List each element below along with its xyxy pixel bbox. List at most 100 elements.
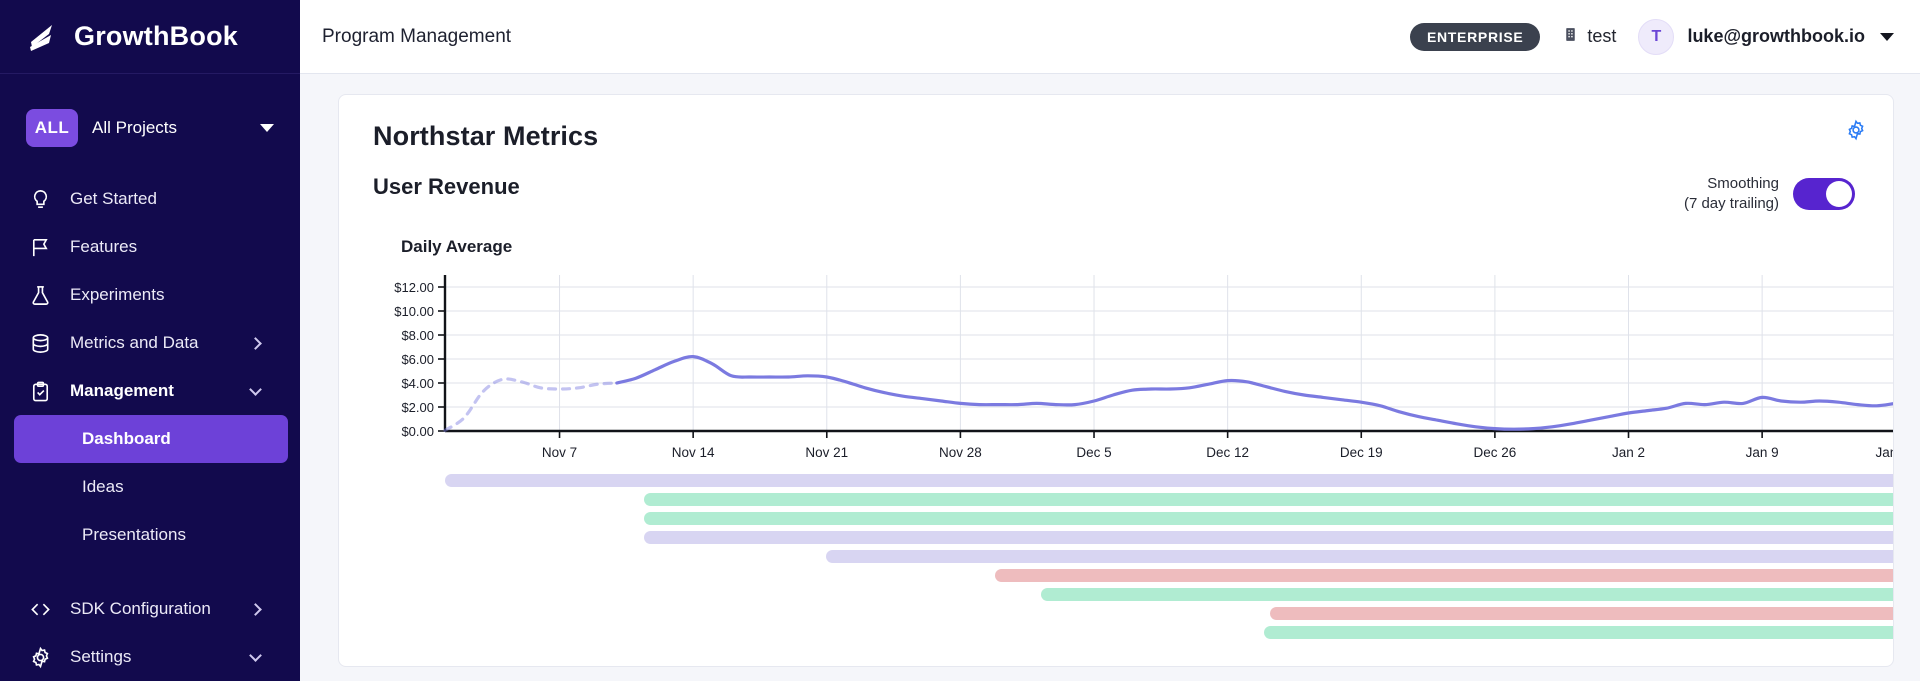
gantt-bar-row[interactable] [373,623,1893,642]
svg-text:$6.00: $6.00 [401,352,434,367]
gantt-bar[interactable] [1264,625,1893,639]
clipboard-check-icon [28,379,52,403]
revenue-chart[interactable]: $0.00 $2.00 $4.00 $6.00 $8.00 $10.00 $12.00 Nov… [373,271,1893,461]
svg-text:Nov 28: Nov 28 [939,445,982,460]
chart-subheading: Daily Average [401,236,513,256]
svg-text:$2.00: $2.00 [401,400,434,415]
svg-text:Nov 7: Nov 7 [542,445,577,460]
svg-text:Dec 12: Dec 12 [1206,445,1249,460]
gantt-bar[interactable] [644,511,1893,525]
sidebar-item-experiments[interactable]: Experiments [0,271,300,319]
metric-title: User Revenue [373,174,520,199]
sidebar-item-label: Settings [70,647,132,666]
project-label: All Projects [92,117,178,137]
gantt-bar-row[interactable] [373,566,1893,585]
gantt-bar-row[interactable] [373,490,1893,509]
flask-icon [28,283,52,307]
svg-text:Dec 26: Dec 26 [1473,445,1516,460]
svg-text:Dec 19: Dec 19 [1340,445,1383,460]
smoothing-label-line1: Smoothing [1707,175,1779,192]
content-area: Northstar Metrics User Revenue Smoothing… [300,74,1920,681]
chart-svg: $0.00 $2.00 $4.00 $6.00 $8.00 $10.00 $12.00 Nov… [394,274,1894,460]
smoothing-control: Smoothing (7 day trailing) [1684,174,1859,215]
gantt-bar-row[interactable] [373,604,1893,623]
sidebar-item-label: Features [70,237,138,256]
northstar-metrics-card: Northstar Metrics User Revenue Smoothing… [338,94,1894,667]
sidebar-item-label: Experiments [70,285,165,304]
project-badge: ALL [26,108,78,147]
chevron-right-icon [249,602,262,616]
sidebar-item-ideas[interactable]: Ideas [14,463,288,511]
smoothing-label: Smoothing (7 day trailing) [1684,174,1779,215]
svg-text:Jan 16: Jan 16 [1875,445,1894,460]
growthbook-logo-icon [26,20,60,54]
sidebar-item-dashboard[interactable]: Dashboard [14,415,288,463]
card-settings-gear-icon[interactable] [1845,119,1867,141]
svg-text:$12.00: $12.00 [394,280,434,295]
metric-header-row: User Revenue Smoothing (7 day trailing) [373,174,1859,215]
svg-text:Dec 5: Dec 5 [1076,445,1111,460]
sidebar-subitem-label: Ideas [82,477,124,496]
code-brackets-icon [28,597,52,621]
brand-header[interactable]: GrowthBook [0,0,300,74]
building-icon [1562,25,1579,49]
brand-name: GrowthBook [74,21,238,51]
org-name: test [1587,26,1617,46]
svg-text:$4.00: $4.00 [401,376,434,391]
gantt-bar-row[interactable] [373,471,1893,490]
sidebar-item-management[interactable]: Management [0,367,300,415]
sidebar-item-sdk-configuration[interactable]: SDK Configuration [0,585,300,633]
svg-text:$0.00: $0.00 [401,424,434,439]
gantt-bar[interactable] [644,530,1893,544]
svg-text:Nov 21: Nov 21 [805,445,848,460]
sidebar-item-label: Metrics and Data [70,333,199,352]
app-root: GrowthBook ALL All Projects Get Started … [0,0,1920,681]
caret-down-icon [1880,32,1894,41]
top-bar: Program Management ENTERPRISE test T luk… [300,0,1920,74]
sidebar-item-features[interactable]: Features [0,223,300,271]
svg-text:Nov 14: Nov 14 [672,445,715,460]
sidebar-item-label: SDK Configuration [70,599,211,618]
sidebar-subitem-label: Dashboard [82,429,171,448]
sidebar-item-label: Management [70,381,174,400]
gantt-bar[interactable] [994,568,1893,582]
svg-text:$10.00: $10.00 [394,304,434,319]
plan-badge: ENTERPRISE [1409,22,1541,51]
sidebar-item-get-started[interactable]: Get Started [0,175,300,223]
lightbulb-icon [28,187,52,211]
sidebar-subitem-label: Presentations [82,525,186,544]
sidebar-item-metrics-and-data[interactable]: Metrics and Data [0,319,300,367]
primary-nav: Get Started Features Experiments Metrics… [0,175,300,681]
sidebar: GrowthBook ALL All Projects Get Started … [0,0,300,681]
top-bar-right: ENTERPRISE test T luke@growthbook.io [1409,18,1894,55]
sidebar-item-label: Get Started [70,189,157,208]
sidebar-item-presentations[interactable]: Presentations [14,511,288,559]
gantt-bar[interactable] [445,473,1893,487]
gantt-bar[interactable] [826,549,1893,563]
chevron-right-icon [249,336,262,350]
database-icon [28,331,52,355]
svg-text:Jan 2: Jan 2 [1612,445,1645,460]
gantt-bar-row[interactable] [373,547,1893,566]
svg-text:Jan 9: Jan 9 [1746,445,1779,460]
smoothing-label-line2: (7 day trailing) [1683,195,1779,213]
gantt-bar[interactable] [644,492,1893,506]
gantt-bar[interactable] [1269,606,1893,620]
gantt-bar[interactable] [1041,587,1893,601]
project-selector[interactable]: ALL All Projects [0,104,300,151]
chevron-down-icon [249,648,262,662]
caret-down-icon [260,123,274,132]
user-menu[interactable]: T luke@growthbook.io [1638,18,1894,55]
toggle-knob [1826,181,1852,208]
user-email: luke@growthbook.io [1687,26,1865,46]
gantt-bar-row[interactable] [373,585,1893,604]
smoothing-toggle[interactable] [1793,178,1855,211]
sidebar-item-settings[interactable]: Settings [0,633,300,681]
gear-icon [28,645,52,669]
flag-icon [28,235,52,259]
org-selector[interactable]: test [1562,25,1616,49]
gantt-bar-row[interactable] [373,509,1893,528]
gantt-bar-row[interactable] [373,528,1893,547]
card-title: Northstar Metrics [373,121,599,151]
